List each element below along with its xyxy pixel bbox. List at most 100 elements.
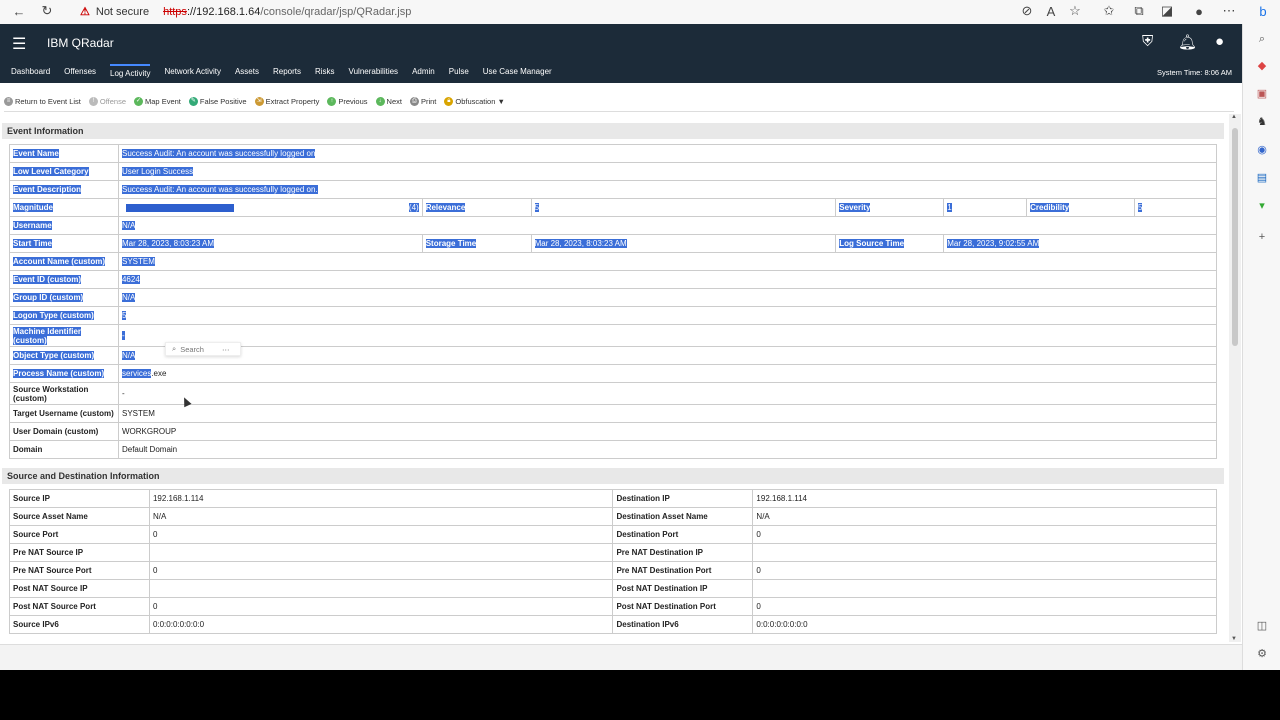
warning-icon: ⚠ [80, 6, 90, 18]
more-icon[interactable]: ⋯ [1218, 0, 1240, 22]
sd-value: 192.168.1.114 [752, 489, 1217, 508]
browser-toolbar: ← ↻ ⚠ Not secure https://192.168.1.64/co… [0, 0, 1280, 24]
sd-value: 0:0:0:0:0:0:0:0 [752, 615, 1217, 634]
tab-risks[interactable]: Risks [315, 64, 335, 82]
tab-log-activity[interactable]: Log Activity [110, 64, 151, 82]
sd-label: Pre NAT Destination Port [612, 561, 754, 580]
tab-vulnerabilities[interactable]: Vulnerabilities [349, 64, 399, 82]
arrow-down-icon: ↓ [375, 97, 385, 106]
scroll-up-icon[interactable]: ▲ [1231, 114, 1237, 120]
tracking-icon[interactable]: ⊘ [1016, 0, 1038, 22]
source-dest-table: Source IP 192.168.1.114 Destination IP 192.… [9, 489, 1217, 634]
process-name-selected: services [121, 369, 152, 378]
notifications-icon[interactable]: 🔔︎ [1178, 33, 1197, 51]
tab-pulse[interactable]: Pulse [449, 64, 469, 82]
drop-icon[interactable]: ▾ [1253, 196, 1271, 214]
shopping-icon[interactable]: ◆ [1253, 56, 1271, 74]
process-name-rest: .exe [151, 369, 167, 378]
tab-admin[interactable]: Admin [412, 64, 435, 82]
previous-button[interactable]: ↑ Previous [327, 97, 368, 106]
lock-icon: 🔒︎ [444, 97, 454, 106]
sd-label: Destination Asset Name [612, 507, 754, 526]
tab-offenses[interactable]: Offenses [64, 64, 96, 82]
user-domain-value: WORKGROUP [117, 422, 1218, 441]
user-icon[interactable]: ● [1215, 33, 1224, 50]
games-icon[interactable]: ♞ [1253, 112, 1271, 130]
tools-icon[interactable]: ▣ [1253, 84, 1271, 102]
low-level-category-label: Low Level Category [13, 167, 89, 176]
tab-assets[interactable]: Assets [235, 64, 259, 82]
system-time: System Time: 8:06 AM [1156, 68, 1232, 77]
tab-reports[interactable]: Reports [273, 64, 301, 82]
next-button[interactable]: ↓ Next [375, 97, 402, 106]
add-icon[interactable]: + [1253, 228, 1271, 246]
read-aloud-icon[interactable]: A [1040, 0, 1062, 22]
event-description-value: Success Audit: An account was successful… [121, 185, 318, 194]
table-row: Magnitude (4) Relevance 5 Severity 1 Cre… [9, 198, 1217, 217]
print-button[interactable]: ⎙ Print [409, 97, 436, 106]
extension-icon[interactable]: ◪ [1156, 0, 1178, 22]
search-icon[interactable]: ⌕ [172, 344, 176, 354]
event-description-label: Event Description [13, 185, 82, 194]
tune-icon: ✎ [188, 97, 198, 106]
account-name-value: SYSTEM [121, 257, 155, 266]
map-event-button[interactable]: ✓ Map Event [134, 97, 181, 106]
process-name-label: Process Name (custom) [13, 369, 105, 378]
table-row: Username N/A [9, 216, 1218, 235]
map-icon: ✓ [134, 97, 144, 106]
source-workstation-label: Source Workstation (custom) [9, 382, 119, 405]
credibility-label: Credibility [1030, 203, 1070, 212]
address-bar[interactable]: ⚠ Not secure https://192.168.1.64/consol… [72, 1, 1012, 22]
extract-property-button[interactable]: ⇲ Extract Property [254, 97, 319, 106]
back-icon[interactable]: ← [8, 0, 30, 22]
bing-icon[interactable]: b [1252, 0, 1274, 22]
profile-icon[interactable]: ● [1188, 0, 1210, 22]
url-text: https://192.168.1.64/console/qradar/jsp/… [163, 5, 412, 18]
offense-button[interactable]: ! Offense [88, 97, 126, 106]
reload-icon[interactable]: ↻ [36, 0, 58, 22]
event-info-table: Event Name Success Audit: An account was … [9, 144, 1218, 459]
event-id-value: 4624 [121, 275, 140, 284]
brand-title: IBM QRadar [47, 36, 114, 50]
sd-value: 0 [148, 561, 614, 580]
return-button[interactable]: ≡ Return to Event List [4, 97, 81, 106]
menu-icon[interactable]: ☰ [12, 34, 26, 54]
search-icon[interactable]: ⌕ [1253, 30, 1271, 48]
sd-label: Post NAT Source Port [9, 597, 150, 616]
scrollbar-thumb[interactable] [1232, 128, 1238, 346]
table-row: Group ID (custom) N/A [9, 288, 1218, 307]
sd-value: 192.168.1.114 [148, 489, 614, 508]
qradar-header: ☰ IBM QRadar ⛨ 🔔︎ ● Dashboard Offenses L… [0, 24, 1242, 83]
table-row: Logon Type (custom) 5 [9, 306, 1218, 325]
sd-value: 0 [148, 525, 614, 544]
shield-icon[interactable]: ⛨ [1142, 33, 1153, 50]
mini-search-label[interactable]: Search [180, 345, 204, 354]
false-positive-button[interactable]: ✎ False Positive [188, 97, 247, 106]
mini-search-menu: ⌕ Search ⋯ [165, 342, 241, 356]
scroll-down-icon[interactable]: ▼ [1231, 636, 1237, 642]
sidebar-toggle-icon[interactable]: ◫ [1253, 616, 1271, 634]
tab-network-activity[interactable]: Network Activity [164, 64, 220, 82]
more-icon[interactable]: ⋯ [222, 345, 230, 354]
user-domain-label: User Domain (custom) [9, 422, 119, 441]
tab-dashboard[interactable]: Dashboard [11, 64, 50, 82]
log-source-time-label: Log Source Time [839, 239, 905, 248]
table-row: Process Name (custom) services.exe [9, 364, 1218, 383]
offense-icon: ! [88, 97, 98, 106]
sd-label: Post NAT Destination IP [612, 579, 754, 598]
sd-label: Pre NAT Source IP [9, 543, 150, 562]
sd-value [752, 579, 1217, 598]
office-icon[interactable]: ◉ [1253, 140, 1271, 158]
tab-use-case-manager[interactable]: Use Case Manager [483, 64, 552, 82]
sd-value: N/A [752, 507, 1217, 526]
vertical-scrollbar[interactable]: ▲ ▼ [1229, 114, 1241, 642]
obfuscation-button[interactable]: 🔒︎ Obfuscation ▼ [444, 97, 505, 106]
collections-icon[interactable]: ⧉ [1128, 0, 1150, 22]
settings-icon[interactable]: ⚙ [1253, 644, 1271, 662]
outlook-icon[interactable]: ▤ [1253, 168, 1271, 186]
favorite-add-icon[interactable]: ☆ [1064, 0, 1086, 22]
favorites-icon[interactable]: ✩ [1098, 0, 1120, 22]
low-level-category-value: User Login Success [121, 167, 194, 176]
object-type-label: Object Type (custom) [13, 351, 95, 360]
table-row: Domain Default Domain [9, 440, 1218, 459]
